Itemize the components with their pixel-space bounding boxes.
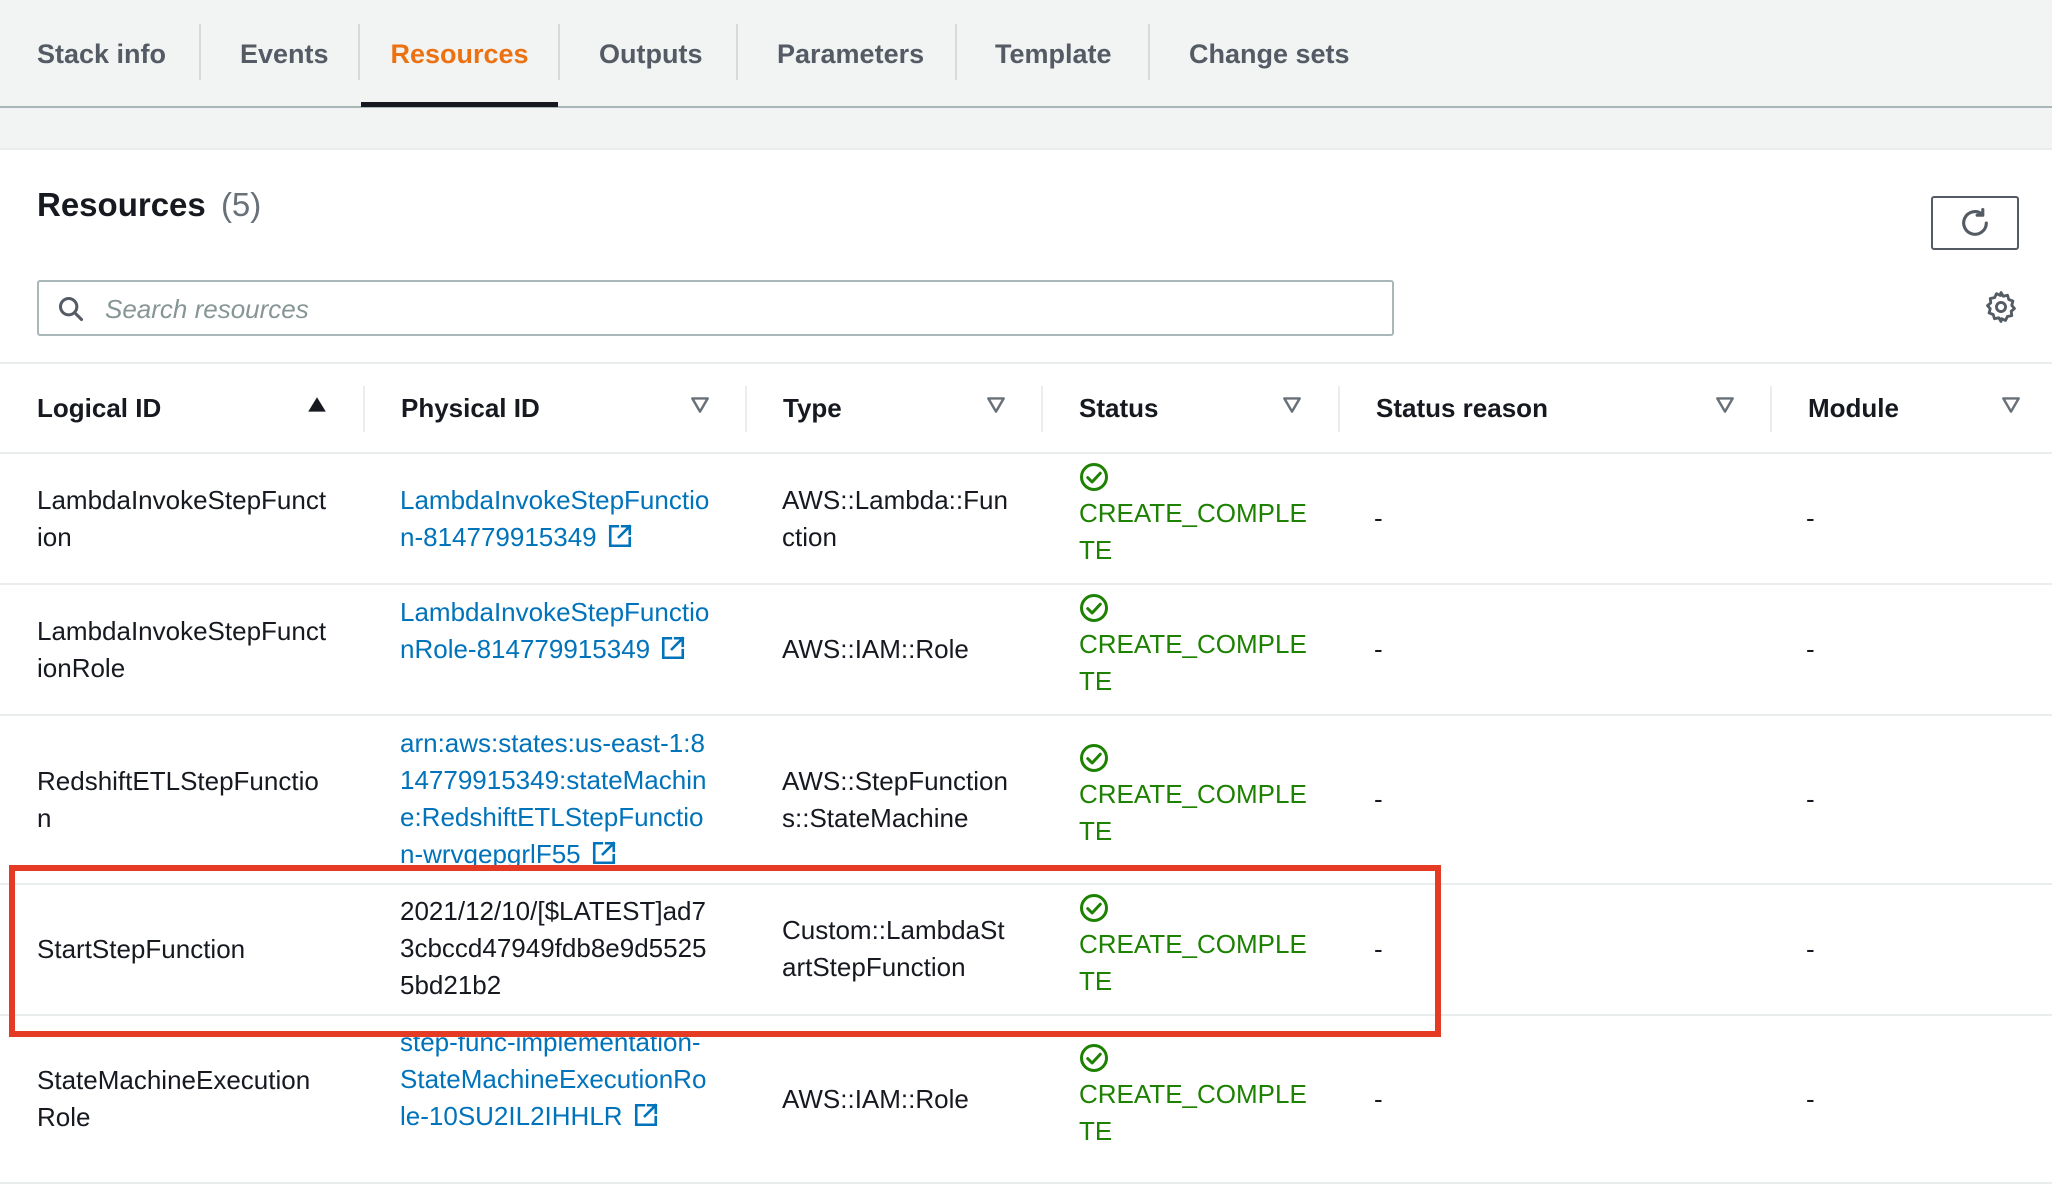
tab-divider [955,24,957,80]
page-title: Resources (5) [37,186,261,224]
status-cell: CREATE_COMPLETE [1079,1043,1309,1150]
refresh-button[interactable] [1931,196,2019,250]
external-link-icon[interactable] [633,1102,659,1128]
type-cell: AWS::IAM::Role [782,634,969,664]
column-divider [745,386,747,432]
type-cell: Custom::LambdaStartStepFunction [782,915,1005,982]
status-cell: CREATE_COMPLETE [1079,593,1309,700]
logical-id-cell: LambdaInvokeStepFunctionRole [37,616,327,683]
logical-id-cell: LambdaInvokeStepFunction [37,485,327,552]
external-link-icon[interactable] [591,840,617,866]
table-row: StartStepFunction 2021/12/10/[$LATEST]ad… [0,885,2052,1016]
sort-descending-icon[interactable] [1714,394,1736,416]
resource-count: (5) [220,186,262,223]
module-cell: - [1806,503,1815,533]
status-text: CREATE_COMPLETE [1079,929,1307,996]
type-cell: AWS::StepFunctions::StateMachine [782,766,1008,833]
tab-divider [199,24,201,80]
logical-id-cell: StartStepFunction [37,934,246,964]
column-header-status-reason[interactable]: Status reason [1376,364,1548,452]
sort-descending-icon[interactable] [2000,394,2022,416]
column-header-logical-id[interactable]: Logical ID [37,364,161,452]
status-text: CREATE_COMPLETE [1079,498,1307,565]
module-cell: - [1806,784,1815,814]
physical-id-link[interactable]: LambdaInvokeStepFunction-814779915349 [400,482,710,556]
status-reason-cell: - [1374,634,1383,664]
column-header-module[interactable]: Module [1808,364,1899,452]
status-text: CREATE_COMPLETE [1079,1079,1307,1146]
column-header-status[interactable]: Status [1079,364,1158,452]
physical-id-link[interactable]: LambdaInvokeStepFunctionRole-81477991534… [400,594,710,668]
physical-id-cell: 2021/12/10/[$LATEST]ad73cbccd47949fdb8e9… [400,896,707,1000]
column-divider [1041,386,1043,432]
logical-id-cell: RedshiftETLStepFunction [37,766,319,833]
sort-ascending-icon[interactable] [306,394,328,416]
search-input[interactable] [103,284,1377,334]
status-reason-cell: - [1374,503,1383,533]
status-reason-cell: - [1374,1084,1383,1114]
tab-divider [358,24,360,80]
table-row: StateMachineExecutionRole step-func-impl… [0,1016,2052,1184]
refresh-icon [1962,207,1988,236]
tab-change-sets[interactable]: Change sets [1189,0,1350,106]
gear-icon[interactable] [1984,290,2018,324]
table-row-highlighted: RedshiftETLStepFunction arn:aws:states:u… [0,716,2052,885]
tab-outputs[interactable]: Outputs [599,0,702,106]
column-divider [1338,386,1340,432]
type-cell: AWS::IAM::Role [782,1084,969,1114]
table-row: LambdaInvokeStepFunctionRole LambdaInvok… [0,585,2052,716]
sort-descending-icon[interactable] [1281,394,1303,416]
tab-stack-info[interactable]: Stack info [37,0,166,106]
column-divider [1770,386,1772,432]
column-header-physical-id[interactable]: Physical ID [401,364,540,452]
check-circle-icon [1080,744,1108,772]
column-header-type[interactable]: Type [783,364,842,452]
external-link-icon[interactable] [660,635,686,661]
search-icon [58,296,84,322]
table-row: LambdaInvokeStepFunction LambdaInvokeSte… [0,454,2052,585]
physical-id-link[interactable]: step-func-implementation-StateMachineExe… [400,1024,710,1135]
check-circle-icon [1080,594,1108,622]
panel-title-text: Resources [37,186,206,223]
tab-divider [1148,24,1150,80]
check-circle-icon [1080,463,1108,491]
active-tab-indicator [361,102,558,107]
tab-divider [736,24,738,80]
column-divider [363,386,365,432]
tab-bar: Stack info Events Resources Outputs Para… [0,0,2052,108]
type-cell: AWS::Lambda::Function [782,485,1008,552]
resources-panel: Resources (5) Logical ID Physical ID Typ… [0,148,2052,1184]
tab-template[interactable]: Template [995,0,1112,106]
module-cell: - [1806,934,1815,964]
status-text: CREATE_COMPLETE [1079,629,1307,696]
check-circle-icon [1080,1044,1108,1072]
tab-parameters[interactable]: Parameters [777,0,924,106]
table-header: Logical ID Physical ID Type Status Statu… [0,362,2052,454]
physical-id-text[interactable]: arn:aws:states:us-east-1:814779915349:st… [400,728,706,869]
check-circle-icon [1080,894,1108,922]
module-cell: - [1806,634,1815,664]
status-reason-cell: - [1374,784,1383,814]
status-cell: CREATE_COMPLETE [1079,893,1309,1000]
sort-descending-icon[interactable] [985,394,1007,416]
tab-divider [558,24,560,80]
physical-id-text[interactable]: step-func-implementation-StateMachineExe… [400,1027,706,1131]
search-box [37,280,1394,336]
status-cell: CREATE_COMPLETE [1079,743,1309,850]
tab-resources[interactable]: Resources [361,0,558,106]
tab-events[interactable]: Events [240,0,329,106]
module-cell: - [1806,1084,1815,1114]
sort-descending-icon[interactable] [689,394,711,416]
logical-id-cell: StateMachineExecutionRole [37,1065,311,1132]
external-link-icon[interactable] [607,523,633,549]
status-cell: CREATE_COMPLETE [1079,462,1309,569]
physical-id-link[interactable]: arn:aws:states:us-east-1:814779915349:st… [400,725,710,873]
status-text: CREATE_COMPLETE [1079,779,1307,846]
physical-id-text[interactable]: LambdaInvokeStepFunction-814779915349 [400,485,709,552]
status-reason-cell: - [1374,934,1383,964]
